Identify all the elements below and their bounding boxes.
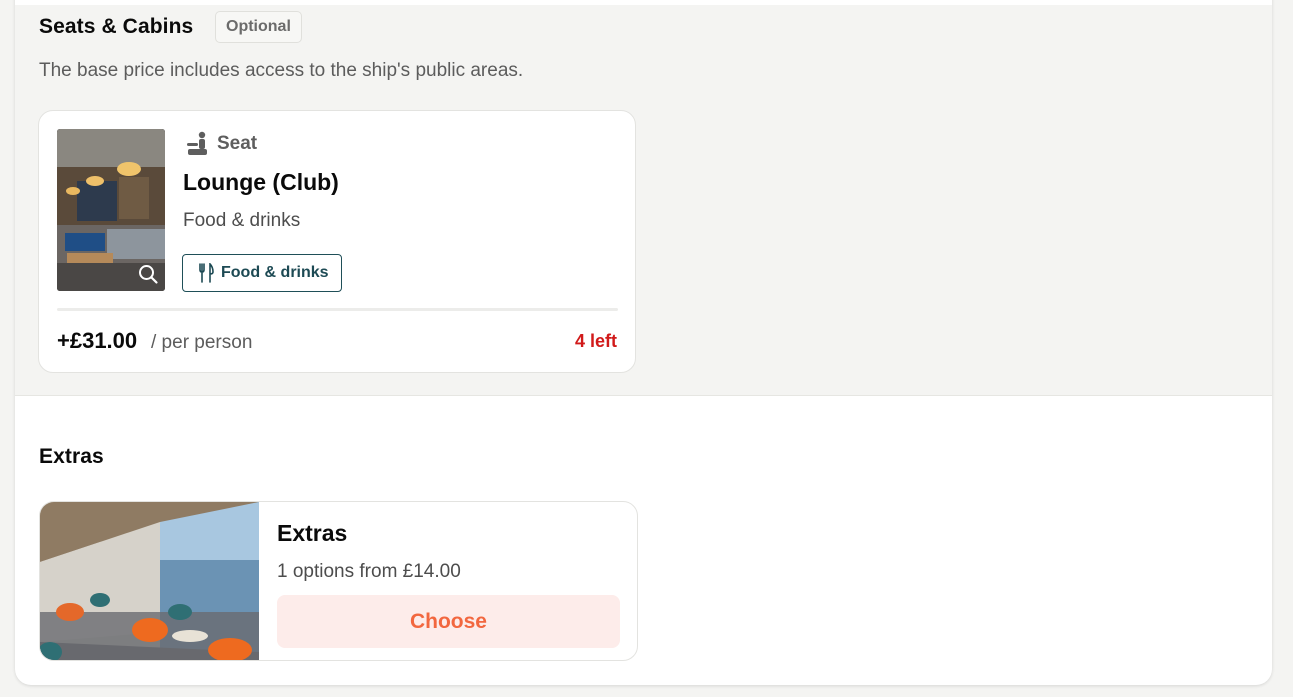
- seats-section-description: The base price includes access to the sh…: [39, 60, 524, 81]
- page-card: Seats & Cabins Optional The base price i…: [15, 0, 1272, 685]
- seats-section-title: Seats & Cabins: [39, 15, 194, 38]
- choose-button[interactable]: Choose: [277, 595, 620, 648]
- seat-per-person: / per person: [151, 332, 253, 353]
- seat-option-card[interactable]: Seat Lounge (Club) Food & drinks Food & …: [38, 110, 636, 373]
- extras-photo: [40, 502, 259, 660]
- extras-section-title: Extras: [39, 445, 104, 468]
- fork-knife-icon: [199, 263, 214, 283]
- optional-badge: Optional: [215, 11, 302, 43]
- zoom-icon[interactable]: [137, 263, 159, 285]
- extras-card: Extras 1 options from £14.00 Choose: [39, 501, 638, 661]
- seats-cabins-section: Seats & Cabins Optional The base price i…: [15, 5, 1272, 396]
- extras-name: Extras: [277, 520, 348, 546]
- extras-photo-graphic: [40, 502, 259, 660]
- lounge-photo[interactable]: [57, 129, 165, 291]
- food-drinks-tag-label: Food & drinks: [221, 264, 329, 281]
- seat-icon: [187, 131, 207, 155]
- seat-type-text: Seat: [217, 133, 258, 154]
- extras-options-text: 1 options from £14.00: [277, 561, 461, 582]
- seat-price: +£31.00: [57, 328, 138, 353]
- card-divider: [57, 308, 618, 311]
- availability-count: 4 left: [574, 331, 617, 351]
- seat-type-label: Seat: [185, 131, 257, 157]
- seat-subtitle: Food & drinks: [183, 210, 301, 231]
- seat-name: Lounge (Club): [183, 169, 339, 195]
- food-drinks-tag[interactable]: Food & drinks: [182, 254, 342, 292]
